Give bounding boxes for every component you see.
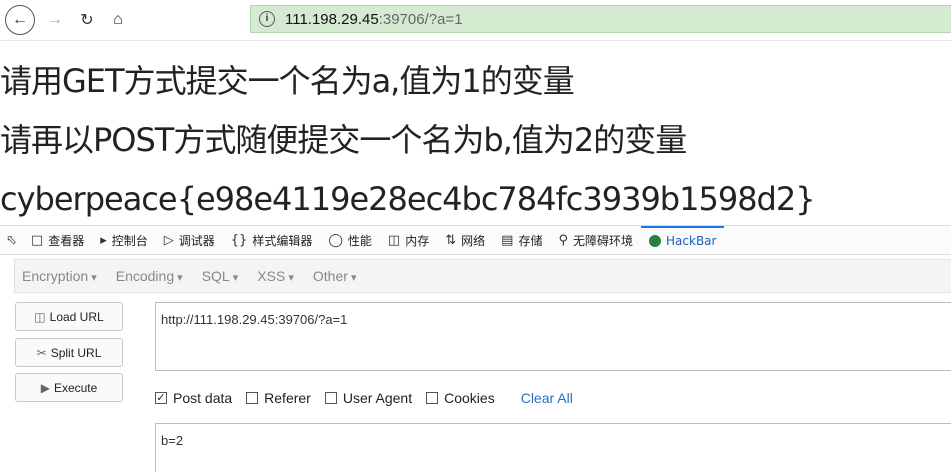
tab-label: 无障碍环境 — [573, 233, 634, 248]
home-button[interactable]: ⌂ — [103, 5, 133, 35]
console-icon: ▸ — [100, 232, 107, 248]
browser-toolbar: ← → ↻ ⌂ i 111.198.29.45:39706/?a=1 — [0, 0, 951, 40]
load-url-button[interactable]: ◫ Load URL — [15, 302, 123, 331]
option-label: Referer — [264, 390, 311, 406]
debugger-icon: ▷ — [163, 232, 174, 248]
menu-encoding[interactable]: Encoding — [109, 268, 190, 284]
tab-label: 查看器 — [48, 233, 85, 248]
gauge-icon: ◯ — [328, 232, 343, 248]
instruction-post: 请再以POST方式随便提交一个名为b,值为2的变量 — [0, 121, 687, 159]
memory-icon: ◫ — [387, 232, 401, 248]
devtools-tabbar: ⬁ □ 查看器 ▸ 控制台 ▷ 调试器 {} 样式编辑器 ◯ 性能 ◫ 内存 ⇅ 网络 ▤ 存储… — [0, 225, 951, 255]
split-url-button[interactable]: ✂ Split URL — [15, 338, 123, 367]
storage-icon: ▤ — [501, 232, 514, 248]
address-bar[interactable]: i 111.198.29.45:39706/?a=1 — [250, 5, 951, 33]
url-textarea[interactable]: http://111.198.29.45:39706/?a=1 — [155, 302, 951, 371]
divider — [0, 40, 951, 41]
tab-style-editor[interactable]: {} 样式编辑器 — [223, 226, 321, 254]
reload-icon: ↻ — [80, 12, 94, 29]
checkbox-icon[interactable] — [324, 392, 337, 404]
menu-sql[interactable]: SQL — [195, 268, 246, 284]
checkbox-icon[interactable] — [426, 392, 439, 404]
tab-console[interactable]: ▸ 控制台 — [92, 226, 156, 254]
execute-button[interactable]: ▶ Execute — [15, 373, 123, 402]
play-icon: ▶ — [40, 380, 50, 395]
info-icon[interactable]: i — [259, 11, 275, 27]
button-label: Load URL — [49, 309, 104, 324]
option-referer[interactable]: Referer — [246, 390, 311, 406]
tab-debugger[interactable]: ▷ 调试器 — [156, 226, 223, 254]
tab-label: 内存 — [405, 233, 430, 248]
tab-label: 网络 — [461, 233, 486, 248]
home-icon: ⌂ — [113, 11, 123, 28]
braces-icon: {} — [230, 232, 248, 248]
element-picker-button[interactable]: ⬁ — [0, 226, 23, 254]
tab-accessibility[interactable]: ⚲ 无障碍环境 — [550, 226, 641, 254]
url-host: 111.198.29.45 — [285, 10, 379, 28]
menu-encryption[interactable]: Encryption — [15, 268, 104, 284]
tab-label: HackBar — [666, 234, 717, 248]
option-cookies[interactable]: Cookies — [426, 390, 495, 406]
hackbar-panel: Encryption Encoding SQL XSS Other ◫ Load… — [0, 255, 951, 472]
option-label: Cookies — [444, 390, 495, 406]
arrow-right-icon: → — [47, 11, 63, 28]
menu-xss[interactable]: XSS — [250, 268, 301, 284]
hackbar-menubar: Encryption Encoding SQL XSS Other — [14, 259, 951, 293]
button-label: Split URL — [50, 345, 102, 360]
scissors-icon: ✂ — [36, 345, 47, 360]
reload-button[interactable]: ↻ — [72, 5, 102, 35]
tab-label: 性能 — [347, 233, 372, 248]
option-label: User Agent — [342, 390, 413, 406]
page-content: 请用GET方式提交一个名为a,值为1的变量 请再以POST方式随便提交一个名为b… — [0, 52, 816, 229]
tab-network[interactable]: ⇅ 网络 — [437, 226, 493, 254]
hackbar-logo-icon — [649, 235, 662, 247]
tab-inspector[interactable]: □ 查看器 — [23, 226, 92, 254]
post-data-textarea[interactable]: b=2 — [155, 423, 951, 472]
back-button[interactable]: ← — [5, 5, 35, 35]
checkbox-checked-icon[interactable]: ✓ — [155, 392, 167, 404]
options-row: ✓ Post data Referer User Agent Cookies C… — [155, 389, 573, 407]
button-label: Execute — [53, 380, 98, 395]
forward-button[interactable]: → — [40, 5, 70, 35]
load-icon: ◫ — [34, 309, 46, 324]
tab-memory[interactable]: ◫ 内存 — [380, 226, 437, 254]
option-user-agent[interactable]: User Agent — [324, 390, 413, 406]
option-post-data[interactable]: ✓ Post data — [155, 390, 232, 406]
picker-icon: ⬁ — [6, 232, 17, 248]
inspector-icon: □ — [30, 232, 44, 248]
network-icon: ⇅ — [445, 232, 457, 248]
tab-hackbar[interactable]: HackBar — [641, 226, 725, 254]
flag-text: cyberpeace{e98e4119e28ec4bc784fc3939b159… — [0, 180, 816, 218]
instruction-get: 请用GET方式提交一个名为a,值为1的变量 — [0, 62, 575, 100]
menu-other[interactable]: Other — [306, 268, 364, 284]
tab-label: 调试器 — [178, 233, 215, 248]
option-label: Post data — [173, 390, 233, 406]
checkbox-icon[interactable] — [246, 392, 259, 404]
accessibility-icon: ⚲ — [558, 232, 568, 248]
tab-label: 样式编辑器 — [252, 233, 313, 248]
tab-label: 存储 — [518, 233, 543, 248]
clear-all-link[interactable]: Clear All — [521, 390, 573, 406]
arrow-left-icon: ← — [12, 11, 28, 28]
tab-label: 控制台 — [111, 233, 148, 248]
url-path: :39706/?a=1 — [378, 10, 463, 28]
tab-performance[interactable]: ◯ 性能 — [320, 226, 380, 254]
tab-storage[interactable]: ▤ 存储 — [493, 226, 550, 254]
